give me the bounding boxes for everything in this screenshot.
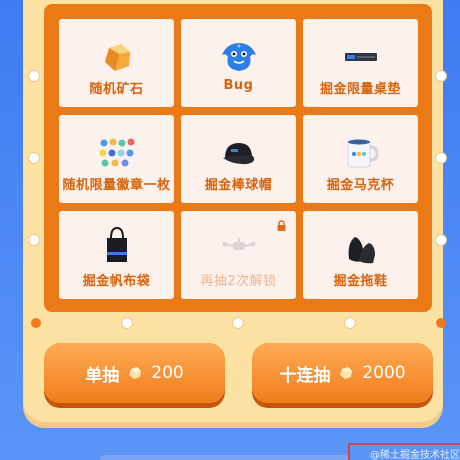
prize-label: 再抽2次解锁 (200, 274, 277, 289)
decoration-dot (29, 71, 39, 81)
decoration-dot (233, 318, 243, 328)
prize-label: 随机限量徽章一枚 (62, 178, 171, 193)
prize-cell[interactable]: 掘金棒球帽 (181, 115, 296, 203)
badges-icon (59, 135, 174, 171)
ten-draw-label: 十连抽 (279, 365, 331, 386)
decoration-dot (436, 318, 446, 328)
decoration-dot (436, 71, 446, 81)
ore-icon (59, 39, 174, 75)
prize-cell[interactable]: 掘金马克杯 (303, 115, 418, 203)
prize-label: 掘金棒球帽 (204, 178, 273, 193)
ten-draw-button[interactable]: 十连抽 2000 (252, 343, 433, 403)
prize-cell[interactable]: 随机限量徽章一枚 (59, 115, 174, 203)
tote-bag-icon (59, 226, 174, 263)
ore-coin-icon (129, 367, 142, 379)
prize-label: 随机矿石 (89, 82, 144, 97)
prize-label: Bug (223, 78, 254, 93)
decoration-dot (29, 153, 39, 163)
decoration-dot (29, 235, 39, 245)
prize-cell[interactable]: 掘金帆布袋 (59, 211, 174, 299)
decoration-dot (31, 318, 41, 328)
prize-cell[interactable]: Bug (181, 19, 296, 107)
ore-coin-icon (340, 367, 353, 379)
watermark: @稀土掘金技术社区 (348, 443, 460, 460)
cap-icon (181, 135, 296, 171)
prize-label: 掘金帆布袋 (82, 274, 151, 289)
prize-cell[interactable]: 随机矿石 (59, 19, 174, 107)
slippers-icon (303, 231, 418, 267)
single-draw-label: 单抽 (85, 365, 120, 386)
decoration-dot (122, 318, 132, 328)
ten-draw-cost: 2000 (362, 363, 406, 383)
lock-icon (277, 220, 286, 231)
prize-label: 掘金限量桌垫 (319, 82, 401, 97)
bottom-panel-edge (100, 455, 350, 460)
prize-cell[interactable]: 掘金拖鞋 (303, 211, 418, 299)
decoration-dot (436, 235, 446, 245)
single-draw-button[interactable]: 单抽 200 (44, 343, 225, 403)
locked-prize-icon (181, 231, 296, 267)
single-draw-cost: 200 (151, 363, 184, 383)
bug-mascot-icon (181, 39, 296, 75)
decoration-dot (436, 153, 446, 163)
mug-icon (303, 135, 418, 171)
prize-label: 掘金拖鞋 (333, 274, 388, 289)
prize-cell-locked[interactable]: 再抽2次解锁 (181, 211, 296, 299)
prize-cell[interactable]: 掘金限量桌垫 (303, 19, 418, 107)
prize-label: 掘金马克杯 (326, 178, 395, 193)
desk-mat-icon (303, 39, 418, 75)
decoration-dot (345, 318, 355, 328)
